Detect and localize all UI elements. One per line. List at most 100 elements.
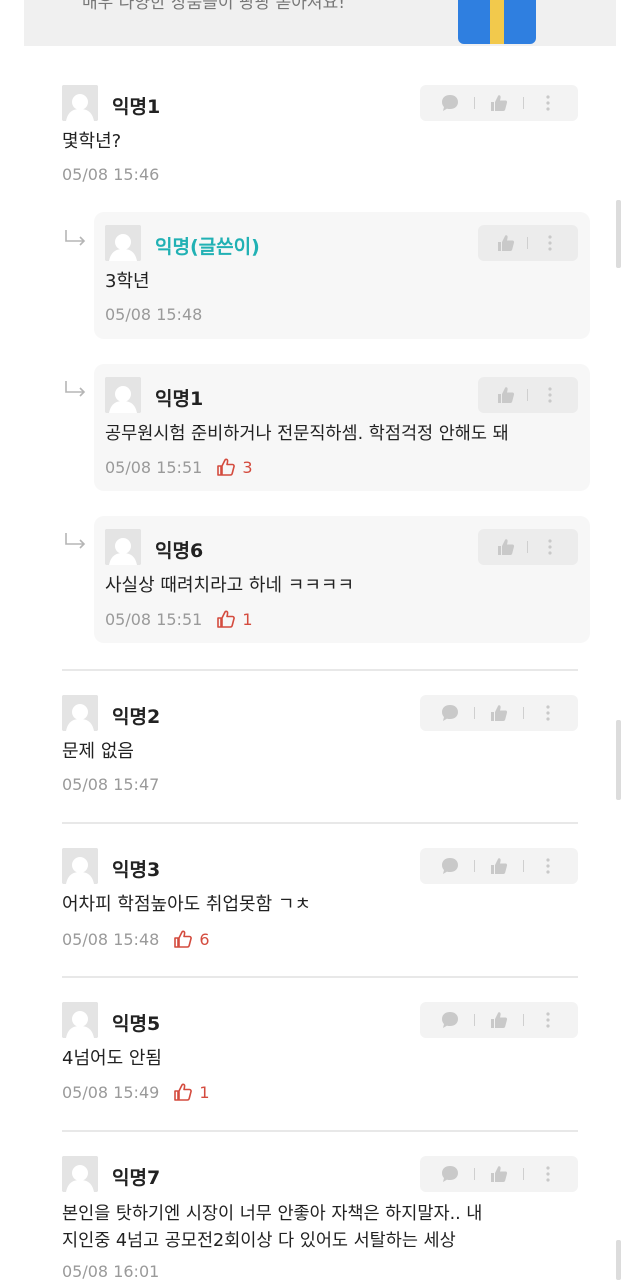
comment-actions bbox=[478, 529, 578, 565]
gift-box-icon bbox=[436, 0, 556, 46]
more-vertical-icon bbox=[538, 856, 558, 876]
like-button[interactable] bbox=[484, 851, 514, 881]
comment-author[interactable]: 익명7 bbox=[112, 1163, 160, 1190]
avatar bbox=[62, 1002, 98, 1038]
more-button[interactable] bbox=[533, 1159, 563, 1189]
comment-author[interactable]: 익명1 bbox=[155, 384, 203, 411]
more-vertical-icon bbox=[538, 1010, 558, 1030]
separator bbox=[527, 541, 529, 553]
chat-bubble-icon bbox=[440, 703, 460, 723]
banner-text: 매우 다양한 상품들이 팡팡 쏟아져요! bbox=[82, 0, 346, 13]
more-vertical-icon bbox=[538, 703, 558, 723]
thumbs-up-icon bbox=[489, 1164, 509, 1184]
thumbs-up-icon bbox=[489, 1010, 509, 1030]
chat-bubble-icon bbox=[440, 1164, 460, 1184]
comment-body-line-2: 지인중 4넘고 공모전2회이상 다 있어도 서탈하는 세상 bbox=[62, 1231, 456, 1251]
comment-author[interactable]: 익명3 bbox=[112, 855, 160, 882]
separator bbox=[473, 1014, 475, 1026]
scrollbar-thumb[interactable] bbox=[616, 1240, 621, 1280]
avatar bbox=[105, 225, 141, 261]
comment-meta: 05/08 15:48 bbox=[105, 305, 202, 324]
comment-author[interactable]: 익명6 bbox=[155, 536, 203, 563]
comment-body: 몇학년? bbox=[62, 131, 122, 152]
like-button[interactable] bbox=[484, 698, 514, 728]
separator bbox=[523, 1168, 525, 1180]
comment-body: 문제 없음 bbox=[62, 741, 134, 762]
reply-arrow-icon bbox=[64, 380, 88, 404]
like-count: 1 bbox=[173, 1082, 210, 1102]
separator bbox=[523, 1014, 525, 1026]
comment-author[interactable]: 익명5 bbox=[112, 1009, 160, 1036]
comment-time: 05/08 16:01 bbox=[62, 1262, 160, 1280]
comment-author[interactable]: 익명2 bbox=[112, 702, 160, 729]
thumbs-up-icon bbox=[489, 703, 509, 723]
comment-time: 05/08 15:51 bbox=[105, 457, 203, 477]
more-button[interactable] bbox=[533, 88, 563, 118]
more-button[interactable] bbox=[533, 1005, 563, 1035]
avatar bbox=[105, 377, 141, 413]
reply-button[interactable] bbox=[435, 851, 465, 881]
chat-bubble-icon bbox=[440, 93, 460, 113]
divider bbox=[62, 1130, 578, 1132]
reply-arrow-icon bbox=[64, 532, 88, 556]
thumbs-up-outline-icon bbox=[216, 457, 236, 477]
comment-body: 사실상 때려치라고 하네 ㅋㅋㅋㅋ bbox=[105, 575, 355, 596]
comment-author-op[interactable]: 익명(글쓴이) bbox=[155, 232, 260, 259]
like-button[interactable] bbox=[484, 1159, 514, 1189]
separator bbox=[527, 389, 529, 401]
comment-time: 05/08 15:46 bbox=[62, 165, 160, 184]
more-button[interactable] bbox=[535, 380, 565, 410]
like-button[interactable] bbox=[491, 380, 521, 410]
comment-time: 05/08 15:47 bbox=[62, 775, 160, 794]
more-vertical-icon bbox=[540, 537, 560, 557]
like-button[interactable] bbox=[491, 228, 521, 258]
scrollbar-thumb[interactable] bbox=[616, 200, 621, 268]
separator bbox=[473, 860, 475, 872]
separator bbox=[473, 1168, 475, 1180]
like-count-value: 1 bbox=[242, 609, 253, 629]
comment-time: 05/08 15:48 bbox=[62, 929, 160, 949]
more-button[interactable] bbox=[535, 532, 565, 562]
avatar bbox=[62, 848, 98, 884]
comment-meta: 05/08 16:01 bbox=[62, 1262, 159, 1280]
comment-time: 05/08 15:51 bbox=[105, 609, 203, 629]
like-button[interactable] bbox=[491, 532, 521, 562]
reply-button[interactable] bbox=[435, 1159, 465, 1189]
thumbs-up-icon bbox=[496, 233, 516, 253]
reply-arrow-icon bbox=[64, 229, 88, 253]
thumbs-up-icon bbox=[496, 385, 516, 405]
thumbs-up-outline-icon bbox=[216, 609, 236, 629]
reply-button[interactable] bbox=[435, 1005, 465, 1035]
like-count-value: 3 bbox=[242, 457, 253, 477]
comment-body: 어차피 학점높아도 취업못함 ㄱㅊ bbox=[62, 894, 312, 915]
event-banner[interactable]: 매우 다양한 상품들이 팡팡 쏟아져요! bbox=[24, 0, 616, 46]
like-button[interactable] bbox=[484, 88, 514, 118]
comment-time: 05/08 15:49 bbox=[62, 1082, 160, 1102]
more-vertical-icon bbox=[538, 93, 558, 113]
avatar bbox=[105, 529, 141, 565]
avatar bbox=[62, 1156, 98, 1192]
reply-button[interactable] bbox=[435, 88, 465, 118]
comment-actions bbox=[478, 377, 578, 413]
thumbs-up-icon bbox=[489, 856, 509, 876]
like-count-value: 1 bbox=[199, 1082, 210, 1102]
comment-body: 3학년 bbox=[105, 271, 150, 292]
comment-meta: 05/08 15:51 3 bbox=[105, 457, 253, 477]
separator bbox=[473, 97, 475, 109]
scrollbar-thumb[interactable] bbox=[616, 720, 621, 800]
like-count-value: 6 bbox=[199, 929, 210, 949]
avatar bbox=[62, 85, 98, 121]
comment-meta: 05/08 15:49 1 bbox=[62, 1082, 210, 1102]
more-button[interactable] bbox=[533, 698, 563, 728]
comment-body: 4넘어도 안됨 bbox=[62, 1048, 162, 1069]
comment-meta: 05/08 15:47 bbox=[62, 775, 159, 794]
comment-actions bbox=[420, 1156, 578, 1192]
more-button[interactable] bbox=[533, 851, 563, 881]
chat-bubble-icon bbox=[440, 856, 460, 876]
comment-meta: 05/08 15:48 6 bbox=[62, 929, 210, 949]
more-button[interactable] bbox=[535, 228, 565, 258]
like-button[interactable] bbox=[484, 1005, 514, 1035]
reply-button[interactable] bbox=[435, 698, 465, 728]
comment-author[interactable]: 익명1 bbox=[112, 92, 160, 119]
thumbs-up-icon bbox=[489, 93, 509, 113]
